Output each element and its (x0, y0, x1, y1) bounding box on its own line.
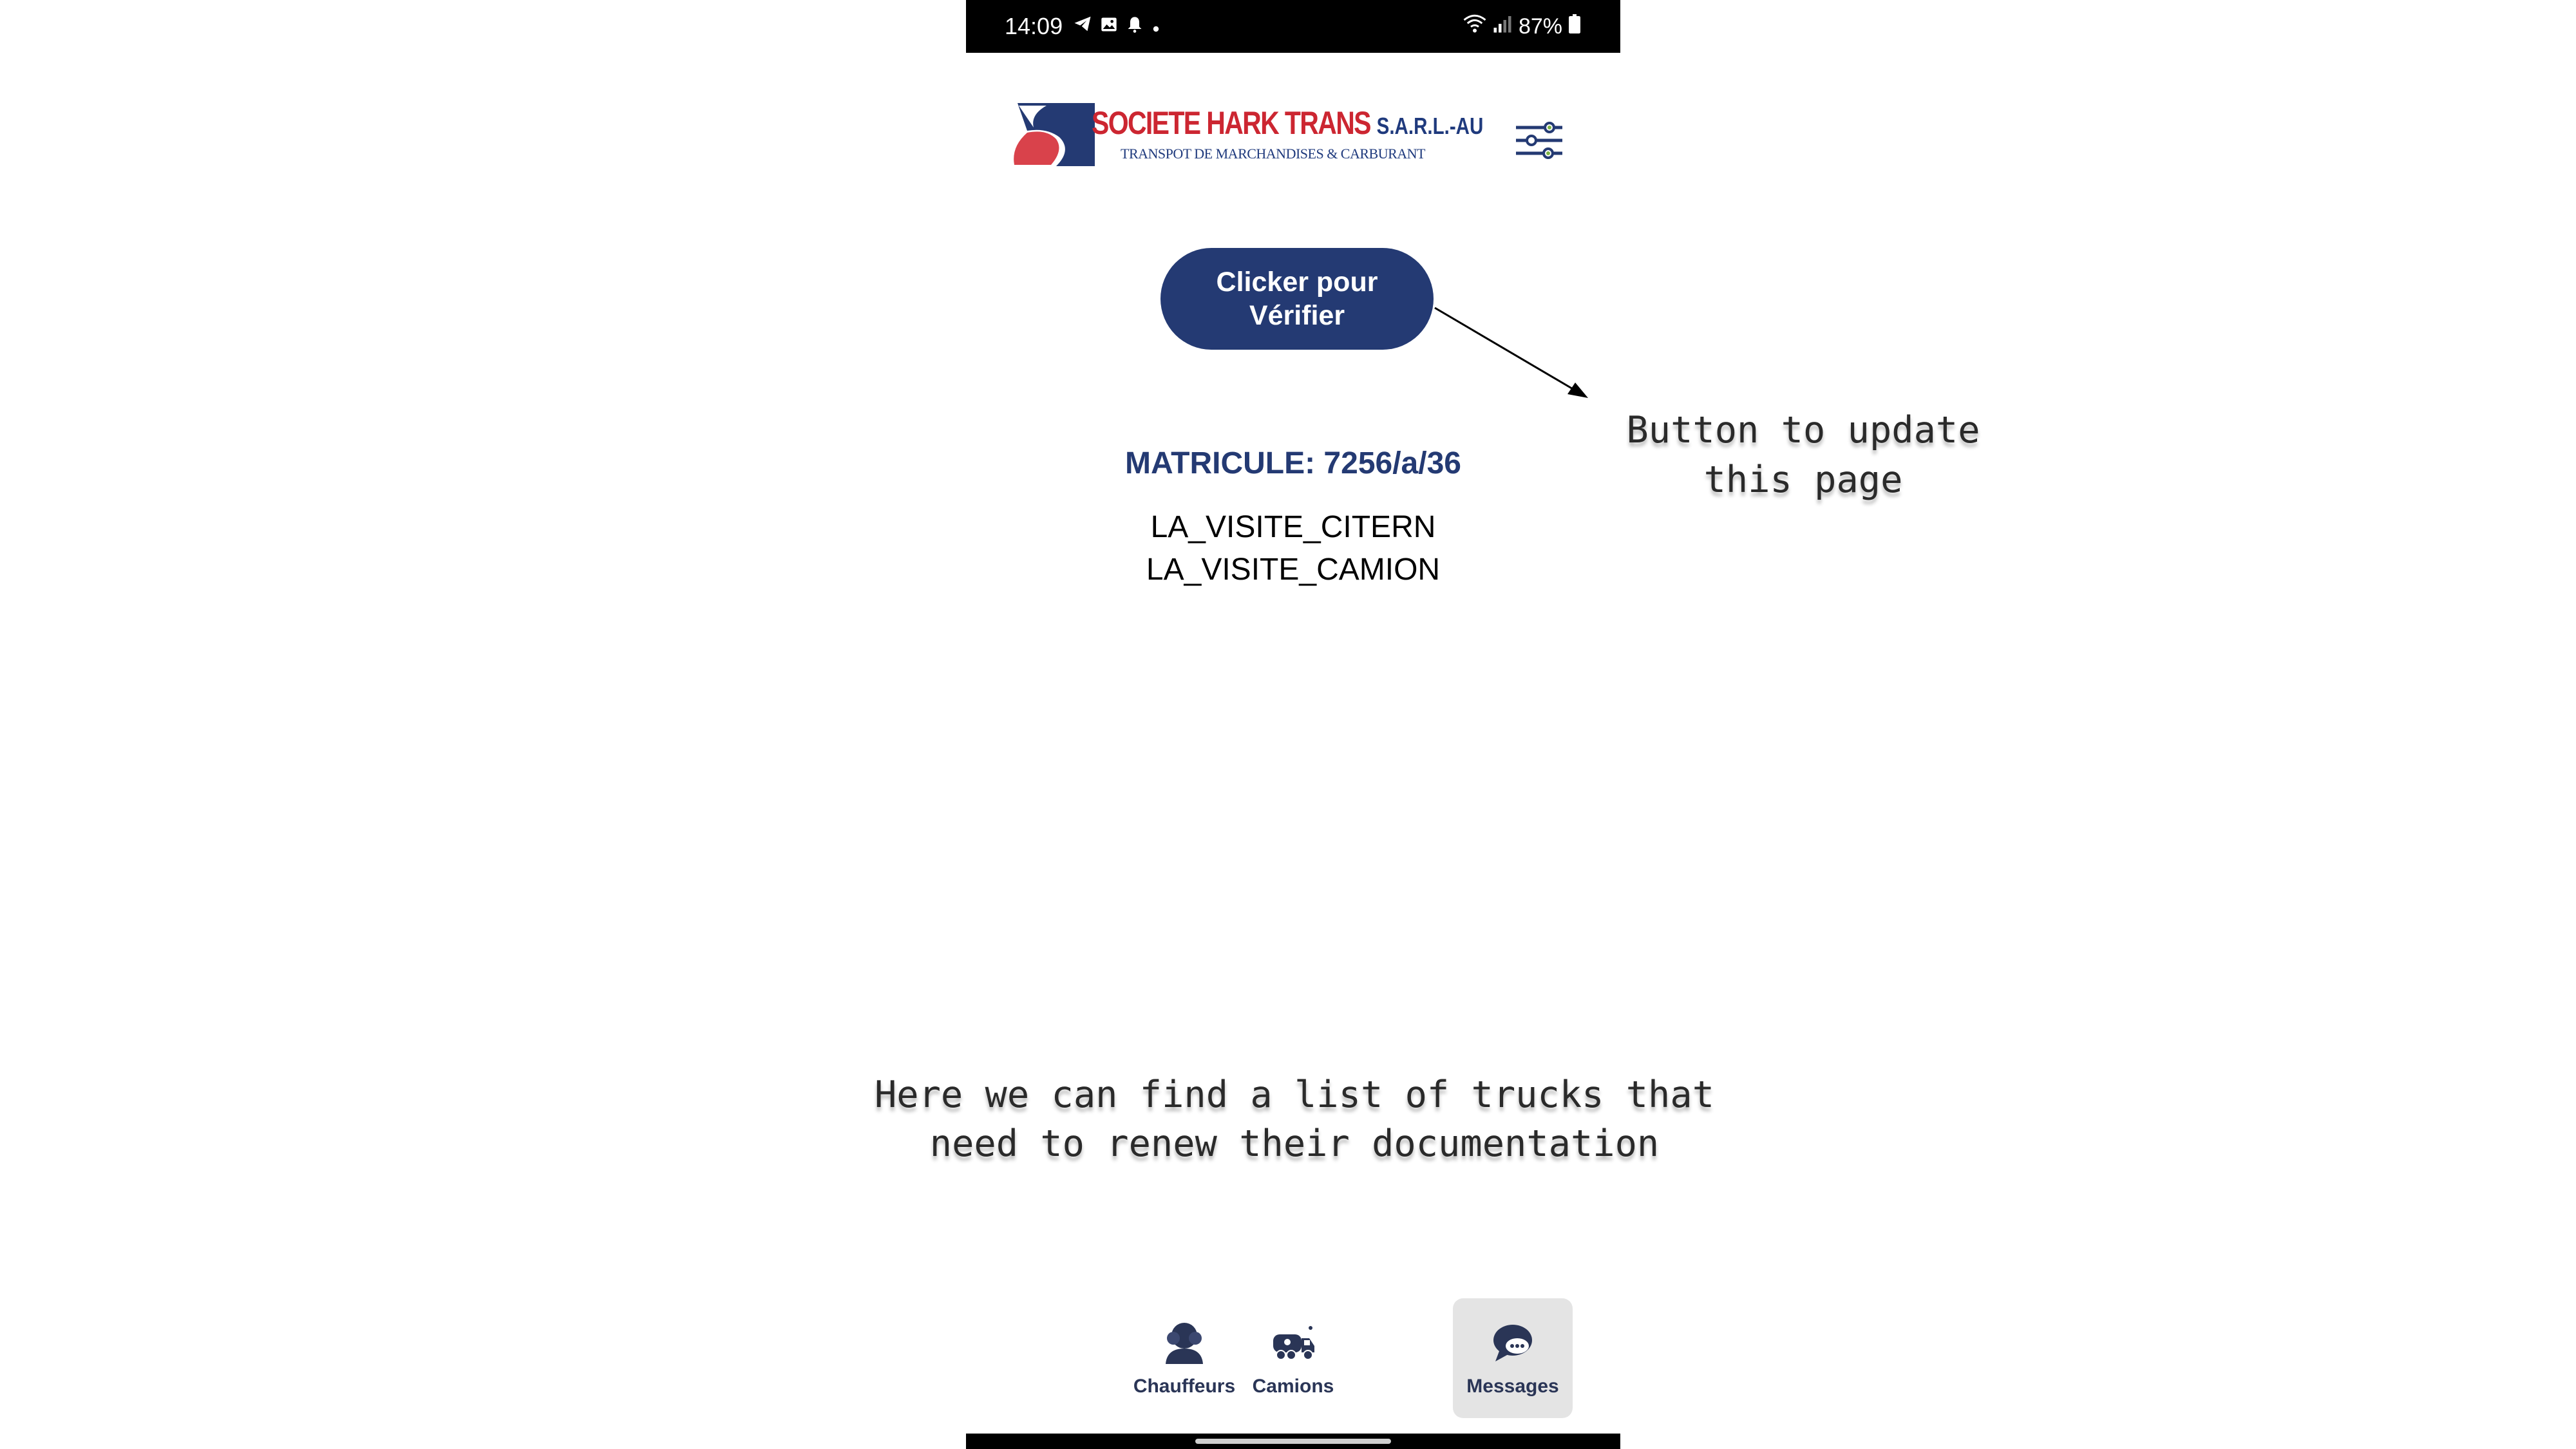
nav-item-chauffeurs[interactable]: Chauffeurs (1124, 1298, 1244, 1418)
status-bar: 14:09 87% (966, 0, 1620, 53)
notification-bell-icon (1126, 14, 1144, 39)
truck-icon (1273, 1326, 1314, 1360)
verify-button[interactable]: Clicker pour Vérifier (1160, 248, 1434, 350)
annotation-line: need to renew their documentation (929, 1122, 1660, 1165)
sliders-icon (1516, 122, 1562, 159)
nav-item-camions[interactable]: Camions (1233, 1298, 1353, 1418)
company-logo: SOCIETE HARK TRANS S.A.R.L.-AU TRANSPOT … (1011, 97, 1483, 171)
logo-title: SOCIETE HARK TRANS S.A.R.L.-AU (1092, 104, 1483, 142)
signal-icon (1493, 14, 1512, 39)
status-time: 14:09 (1005, 13, 1063, 39)
logo-suffix: S.A.R.L.-AU (1376, 113, 1484, 139)
settings-button[interactable] (1513, 115, 1565, 166)
nav-label: Camions (1252, 1376, 1334, 1397)
annotation-line: this page (1703, 459, 1903, 501)
nav-label: Chauffeurs (1133, 1376, 1236, 1397)
gallery-icon (1100, 14, 1118, 39)
nav-label: Messages (1466, 1376, 1559, 1397)
visit-list: LA_VISITE_CITERN LA_VISITE_CAMION (966, 506, 1620, 591)
logo-title-text: SOCIETE HARK TRANS (1092, 105, 1372, 141)
status-left: 14:09 (1005, 0, 1160, 53)
dot-icon (1151, 14, 1160, 39)
battery-icon (1569, 14, 1580, 39)
status-right: 87% (1463, 0, 1580, 53)
nav-item-messages[interactable]: Messages (1453, 1298, 1573, 1418)
annotation-line: Button to update (1626, 409, 1980, 451)
telegram-icon (1073, 14, 1092, 39)
annotation-line: Here we can find a list of trucks that (874, 1074, 1715, 1116)
logo-mark-icon (1014, 103, 1095, 166)
phone-screen: 14:09 87% SOCIETE HARK TRANS S.A.R.L.-AU… (966, 0, 1620, 1449)
drivers-icon (1166, 1323, 1203, 1364)
system-home-bar (966, 1434, 1620, 1449)
list-item: LA_VISITE_CAMION (1146, 553, 1441, 587)
bottom-nav: Chauffeurs Camions Messages (966, 1298, 1620, 1418)
annotation-update-button: Button to update this page (1610, 406, 1996, 505)
list-item: LA_VISITE_CITERN (1150, 510, 1436, 544)
annotation-list-note: Here we can find a list of trucks that n… (837, 1070, 1752, 1168)
chat-bubble-icon (1493, 1325, 1532, 1361)
battery-percent: 87% (1518, 14, 1562, 39)
logo-subtitle: TRANSPOT DE MARCHANDISES & CARBURANT (1121, 146, 1426, 162)
wifi-icon (1463, 14, 1486, 39)
matricule-label: MATRICULE: 7256/a/36 (1125, 446, 1461, 480)
home-indicator[interactable] (1195, 1439, 1391, 1444)
